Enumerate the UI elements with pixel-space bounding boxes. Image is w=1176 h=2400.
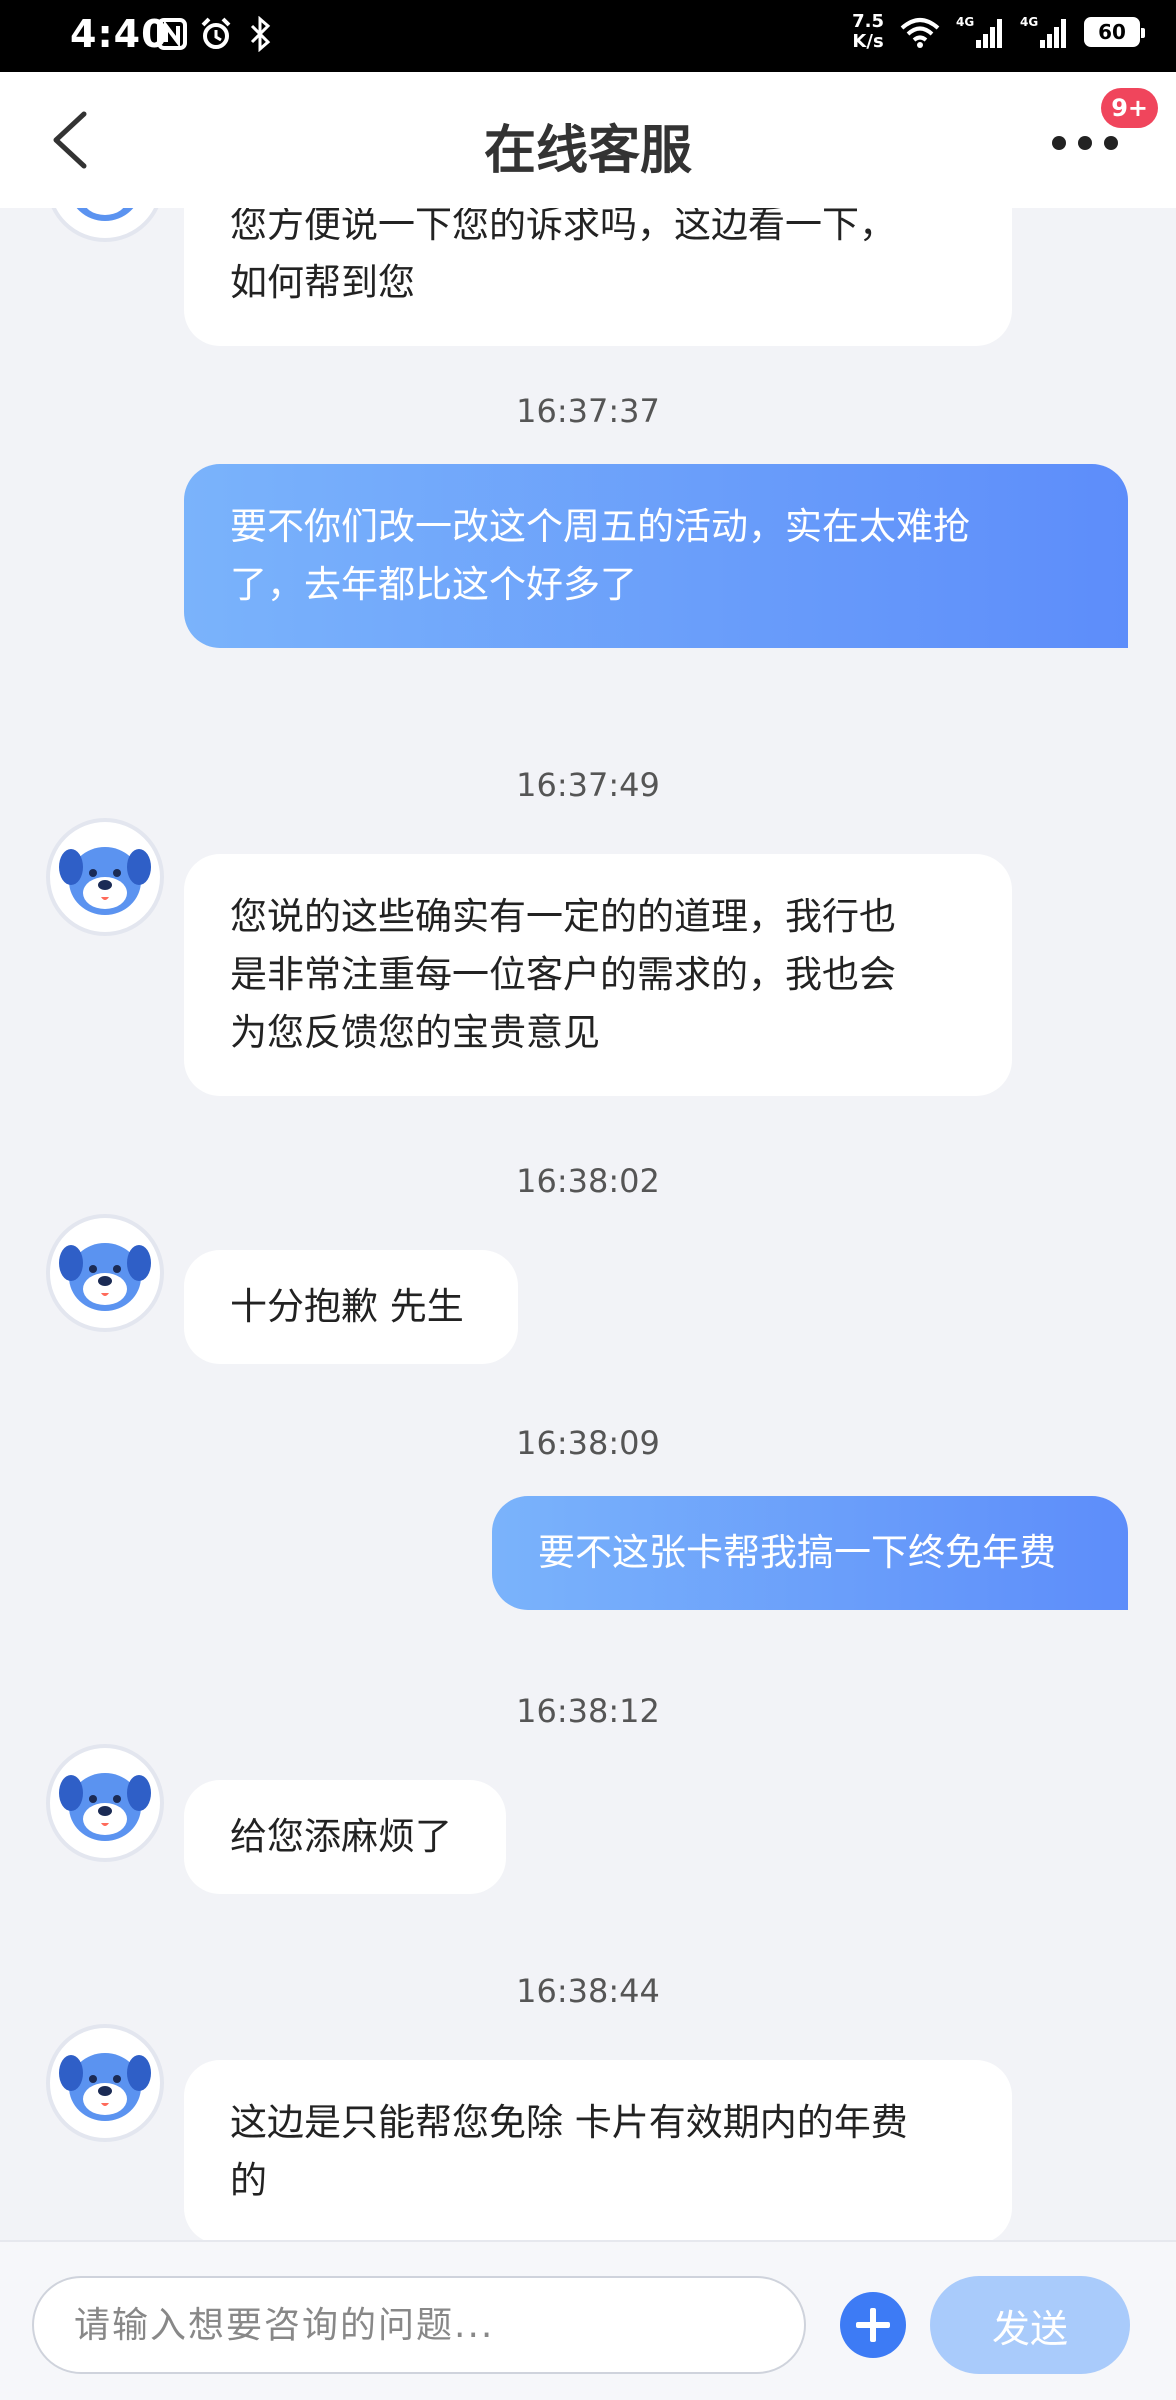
robot-dog-icon xyxy=(59,2053,151,2121)
message-timestamp: 16:37:49 xyxy=(516,766,660,804)
chat-area[interactable]: 您方便说一下您的诉求吗，这边看一下， 如何帮到您 16:37:37 要不你们改一… xyxy=(0,208,1176,2240)
nfc-icon xyxy=(157,18,187,50)
notification-badge: 9+ xyxy=(1101,88,1158,128)
message-timestamp: 16:38:44 xyxy=(516,1972,660,2010)
signal-icon-1: 4G xyxy=(956,15,1002,48)
more-dots-icon xyxy=(1052,136,1118,150)
wifi-icon xyxy=(900,18,940,48)
agent-message: 您说的这些确实有一定的的道理，我行也 是非常注重每一位客户的需求的，我也会 为您… xyxy=(184,854,1012,1096)
robot-dog-icon xyxy=(76,208,134,221)
message-timestamp: 16:37:37 xyxy=(516,392,660,430)
agent-message: 十分抱歉 先生 xyxy=(184,1250,518,1364)
message-timestamp: 16:38:12 xyxy=(516,1692,660,1730)
message-timestamp: 16:38:09 xyxy=(516,1424,660,1462)
agent-avatar xyxy=(46,208,164,242)
agent-avatar xyxy=(46,1744,164,1862)
status-left-icons xyxy=(156,16,276,52)
robot-dog-icon xyxy=(59,1773,151,1841)
status-bar: 4:40 7.5 K/s 4G 4G 60 xyxy=(0,0,1176,72)
input-bar: 发送 xyxy=(0,2240,1176,2400)
page-title: 在线客服 xyxy=(483,121,692,181)
battery-icon: 60 xyxy=(1084,17,1145,47)
message-timestamp: 16:38:02 xyxy=(516,1162,660,1200)
agent-avatar xyxy=(46,2024,164,2142)
agent-avatar xyxy=(46,1214,164,1332)
svg-text:4G: 4G xyxy=(1020,15,1038,29)
nav-header: 在线客服 xyxy=(0,72,1176,208)
svg-text:4G: 4G xyxy=(956,15,974,29)
bluetooth-icon xyxy=(250,16,271,52)
user-message: 要不你们改一改这个周五的活动，实在太难抢 了，去年都比这个好多了 xyxy=(184,464,1128,648)
alarm-icon xyxy=(201,17,231,49)
message-input[interactable] xyxy=(32,2276,806,2374)
send-button[interactable]: 发送 xyxy=(930,2276,1130,2374)
robot-dog-icon xyxy=(59,847,151,915)
status-time: 4:40 xyxy=(70,12,169,56)
agent-message: 您方便说一下您的诉求吗，这边看一下， 如何帮到您 xyxy=(184,208,1012,346)
network-speed: 7.5 K/s xyxy=(852,11,884,52)
agent-message: 给您添麻烦了 xyxy=(184,1780,506,1894)
agent-avatar xyxy=(46,818,164,936)
add-attachment-button[interactable] xyxy=(840,2292,906,2358)
agent-message: 这边是只能帮您免除 卡片有效期内的年费 的 xyxy=(184,2060,1012,2240)
signal-icon-2: 4G xyxy=(1020,15,1066,48)
user-message: 要不这张卡帮我搞一下终免年费 xyxy=(492,1496,1128,1610)
robot-dog-icon xyxy=(59,1243,151,1311)
more-button[interactable] xyxy=(1052,124,1132,164)
status-right-icons: 7.5 K/s 4G 4G 60 xyxy=(852,11,1145,52)
